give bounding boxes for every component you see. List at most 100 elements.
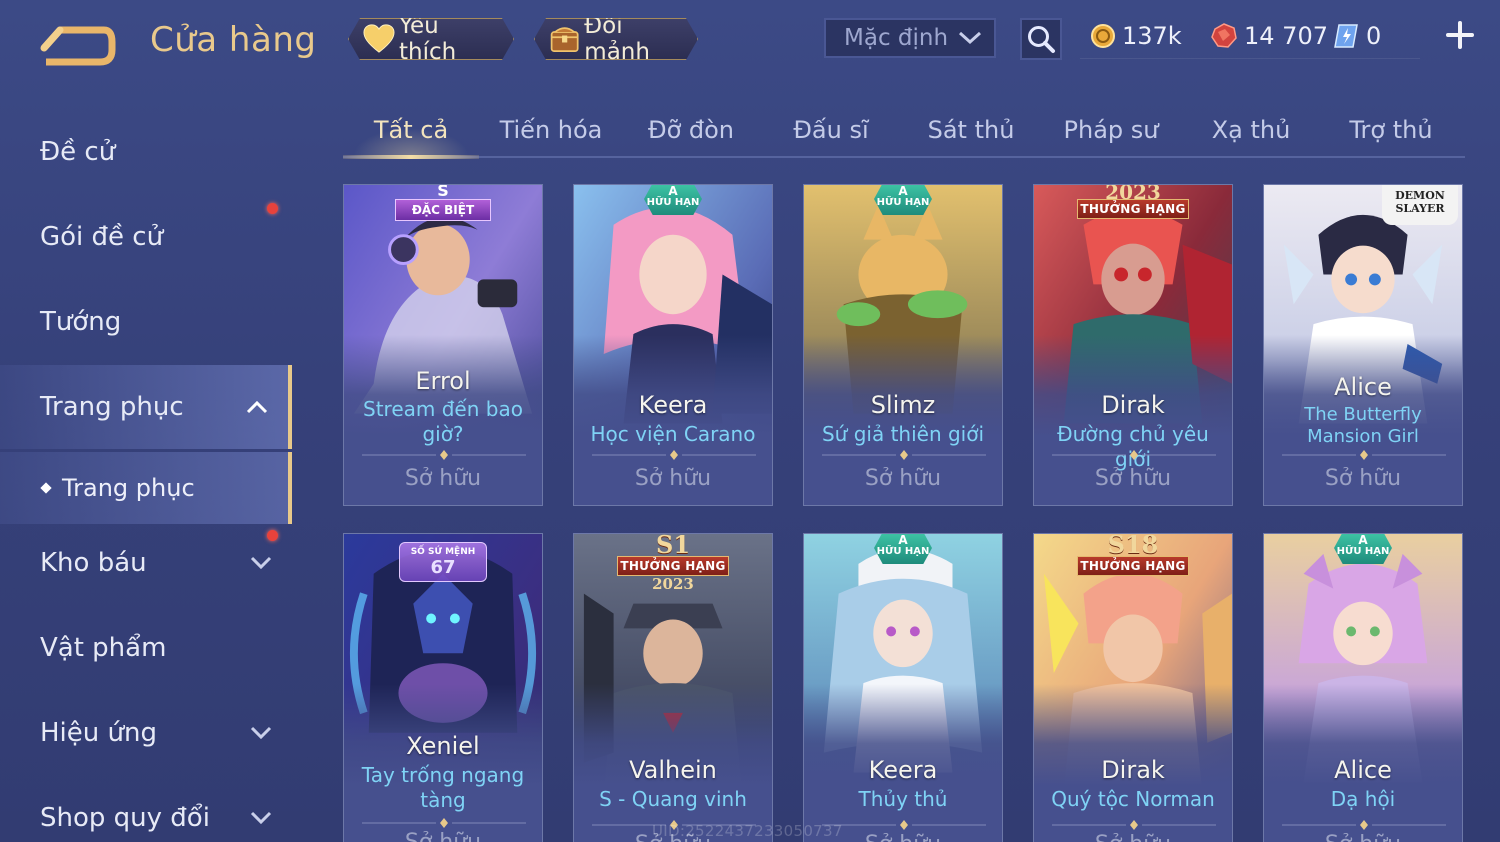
skin-card[interactable]: A HỮU HẠN Keera Học viện Carano Sở hữu [573,184,773,506]
gold-amount: 137k [1122,22,1182,50]
exchange-fragments-button[interactable]: Đổi mảnh [534,18,698,60]
skin-card[interactable]: S18 THƯỞNG HẠNG Dirak Quý tộc Norman Sở … [1033,533,1233,842]
collab-badge: DEMON SLAYER [1382,185,1458,225]
card-divider [362,450,526,460]
chevron-down-icon [250,726,272,740]
sidebar-item-heroes[interactable]: Tướng [0,280,292,364]
skin-card[interactable]: A HỮU HẠN Keera Thủy thủ Sở hữu [803,533,1003,842]
sidebar-item-skins[interactable]: Trang phục [0,365,292,449]
badge-label: SỐ SỨ MỆNH [410,547,476,557]
badge-label: THƯỞNG HẠNG [617,556,729,576]
notification-dot [267,530,278,541]
rank-reward-badge: S18 THƯỞNG HẠNG [1073,534,1193,576]
hero-name: Keera [638,391,708,419]
sidebar-item-exchange-shop[interactable]: Shop quy đổi [0,776,292,842]
badge-season: S1 [655,533,691,559]
badge-season: S18 [1107,533,1159,559]
gold-coin-icon [1091,24,1115,48]
sidebar-item-label: Vật phẩm [40,633,167,663]
page-title: Cửa hàng [150,20,317,60]
skin-card[interactable]: SỐ SỨ MỆNH 67 Xeniel Tay trống ngang tàn… [343,533,543,842]
skin-card[interactable]: S ĐẶC BIỆT Errol Stream đến bao giờ? Sở … [343,184,543,506]
ruby-icon [1211,23,1237,48]
badge-year: 2023 [652,575,694,593]
limited-badge: A HỮU HẠN [1334,533,1392,564]
badge-line-1: DEMON [1395,189,1445,202]
hero-name: Dirak [1101,756,1165,784]
tab-assassin[interactable]: Sát thủ [903,104,1039,156]
skin-name: Đường chủ yêu giới [1057,422,1209,471]
rank-reward-badge: S1 THƯỞNG HẠNG 2023 [613,534,733,592]
badge-label: HỮU HẠN [646,197,700,208]
skin-card[interactable]: S1 THƯỞNG HẠNG 2023 Valhein S - Quang vi… [573,533,773,842]
search-icon [1028,26,1055,53]
hero-name: Valhein [629,756,717,784]
header-divider [1080,58,1420,59]
favorites-button[interactable]: Yêu thích [348,18,514,60]
skin-card[interactable]: A HỮU HẠN Slimz Sứ giả thiên giới Sở hữu [803,184,1003,506]
sidebar-item-label: Shop quy đổi [40,803,210,833]
skin-name: Học viện Carano [590,422,756,446]
skin-card[interactable]: A HỮU HẠN Alice Dạ hội Sở hữu [1263,533,1463,842]
tab-mage[interactable]: Pháp sư [1043,104,1179,156]
limited-badge: A HỮU HẠN [874,185,932,215]
sidebar-item-label: Đề cử [40,137,116,167]
exchange-fragments-label: Đổi mảnh [584,13,650,65]
ruby-amount: 14 707 [1244,22,1328,50]
card-divider [1282,820,1446,830]
sidebar-item-items[interactable]: Vật phẩm [0,606,292,690]
sort-dropdown[interactable]: Mặc định [824,18,996,58]
card-divider [1282,450,1446,460]
chevron-up-icon [246,400,268,414]
sidebar-item-label: Gói đề cử [40,222,164,252]
tab-marksman[interactable]: Xạ thủ [1183,104,1319,156]
sidebar-item-label: Trang phục [62,474,195,502]
skin-name: The Butterfly Mansion Girl [1304,404,1422,447]
sidebar-item-label: Kho báu [40,548,147,578]
uid-watermark: UID:2522437233050737 [652,822,843,840]
destiny-number-badge: SỐ SỨ MỆNH 67 [399,542,487,582]
search-button[interactable] [1020,18,1062,60]
limited-badge: A HỮU HẠN [644,184,702,215]
badge-label: HỮU HẠN [876,197,930,208]
sidebar-item-recommended-bundles[interactable]: Gói đề cử [0,195,292,279]
chevron-down-icon [958,31,982,45]
badge-grade: S [437,184,449,200]
limited-badge: A HỮU HẠN [874,534,932,564]
sidebar-item-effects[interactable]: Hiệu ứng [0,691,292,775]
owned-status: Sở hữu [864,466,942,491]
back-button[interactable] [40,22,116,66]
tab-fighter[interactable]: Đấu sĩ [763,104,899,156]
tab-tank[interactable]: Đỡ đòn [623,104,759,156]
badge-grade: A [668,184,678,198]
card-divider [1052,820,1216,830]
badge-line-2: SLAYER [1395,202,1445,215]
add-currency-button[interactable] [1444,18,1476,52]
badge-label: ĐẶC BIỆT [395,199,491,221]
treasure-chest-icon [549,22,580,56]
skin-name: Thủy thủ [858,787,948,811]
skin-card[interactable]: DEMON SLAYER Alice The Butterfly Mansion… [1263,184,1463,506]
badge-number: 67 [430,557,456,578]
tab-all[interactable]: Tất cả [343,104,479,159]
voucher-gem-icon [1334,24,1358,48]
sidebar-item-treasure[interactable]: Kho báu [0,521,292,605]
card-divider [1052,450,1216,460]
skin-name: Stream đến bao giờ? [363,397,523,446]
hero-name: Dirak [1101,391,1165,419]
notification-dot [267,203,278,214]
sidebar-item-recommended[interactable]: Đề cử [0,110,292,194]
owned-status: Sở hữu [1094,466,1172,491]
badge-season: 2023 [1105,184,1161,204]
badge-label: THƯỞNG HẠNG [1077,556,1189,576]
tab-support[interactable]: Trợ thủ [1323,104,1459,156]
gem-balance: 0 [1332,18,1381,54]
badge-grade: A [1358,533,1368,547]
gold-balance: 137k [1090,18,1182,54]
sidebar-subitem-skins[interactable]: Trang phục [0,452,292,524]
tab-evolution[interactable]: Tiến hóa [483,104,619,156]
hero-name: Xeniel [406,732,480,760]
bullet-icon [40,482,52,494]
sort-value: Mặc định [844,25,949,51]
skin-card[interactable]: 2023 THƯỞNG HẠNG Dirak Đường chủ yêu giớ… [1033,184,1233,506]
